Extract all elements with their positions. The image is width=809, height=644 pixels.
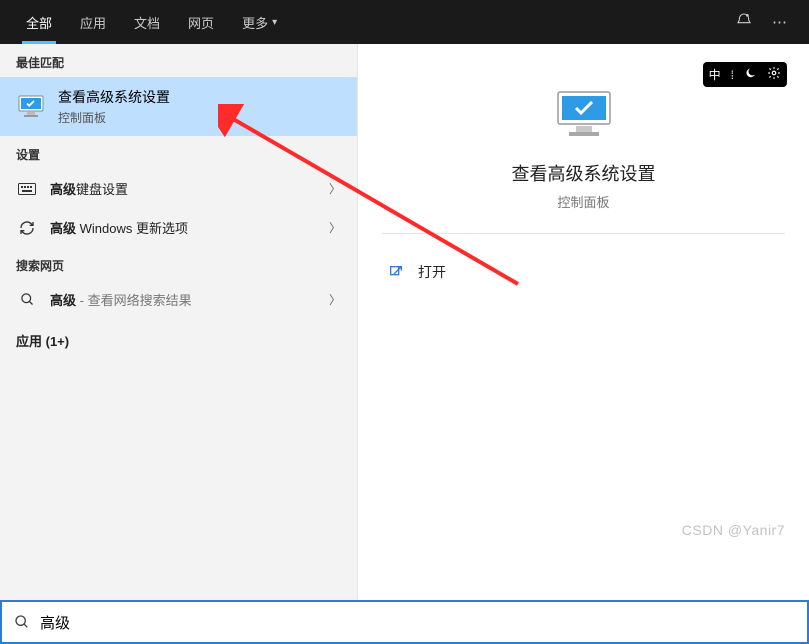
- refresh-icon: [16, 220, 38, 236]
- search-bar[interactable]: [0, 600, 809, 644]
- search-tabs: 全部 应用 文档 网页 更多 ▾ ⋯: [0, 0, 809, 44]
- tab-all[interactable]: 全部: [12, 0, 66, 44]
- action-open[interactable]: 打开: [382, 256, 785, 288]
- tab-web[interactable]: 网页: [174, 0, 228, 44]
- monitor-check-icon: [552, 88, 616, 144]
- result-advanced-update[interactable]: 高级 Windows 更新选项 〉: [0, 208, 357, 247]
- feedback-icon[interactable]: [726, 12, 762, 32]
- results-panel: 最佳匹配 查看高级系统设置 控制面板 设置 高级键盘设置 〉: [0, 44, 358, 600]
- monitor-check-icon: [16, 94, 46, 120]
- chevron-down-icon: ▾: [272, 17, 277, 28]
- ime-language-indicator[interactable]: 中: [709, 66, 721, 83]
- result-advanced-keyboard[interactable]: 高级键盘设置 〉: [0, 169, 357, 208]
- preview-title: 查看高级系统设置: [512, 160, 656, 186]
- result-label: 高级 - 查看网络搜索结果: [38, 290, 329, 309]
- moon-icon[interactable]: [744, 67, 757, 83]
- keyboard-icon: [16, 183, 38, 195]
- best-match-text: 查看高级系统设置 控制面板: [58, 87, 170, 126]
- search-icon: [16, 292, 38, 307]
- result-web-search[interactable]: 高级 - 查看网络搜索结果 〉: [0, 280, 357, 319]
- settings-header: 设置: [0, 136, 357, 169]
- ime-toolbar[interactable]: 中 ⁞: [703, 62, 787, 87]
- tab-docs[interactable]: 文档: [120, 0, 174, 44]
- preview-subtitle: 控制面板: [557, 192, 609, 211]
- search-input[interactable]: [32, 614, 797, 631]
- ellipsis-icon[interactable]: ⋯: [762, 13, 797, 31]
- gear-icon[interactable]: [767, 66, 781, 83]
- chevron-right-icon: 〉: [329, 219, 341, 236]
- tab-more[interactable]: 更多 ▾: [228, 0, 291, 44]
- divider: [382, 233, 785, 234]
- result-label: 高级键盘设置: [38, 179, 329, 198]
- watermark: CSDN @Yanir7: [682, 522, 785, 538]
- tab-apps[interactable]: 应用: [66, 0, 120, 44]
- result-label: 高级 Windows 更新选项: [38, 218, 329, 237]
- ime-symbol-icon[interactable]: ⁞: [731, 68, 734, 82]
- web-header: 搜索网页: [0, 247, 357, 280]
- best-match-subtitle: 控制面板: [58, 109, 170, 126]
- chevron-right-icon: 〉: [329, 291, 341, 308]
- best-match-item[interactable]: 查看高级系统设置 控制面板: [0, 77, 357, 136]
- tab-more-label: 更多: [242, 13, 268, 32]
- apps-header[interactable]: 应用 (1+): [0, 319, 357, 362]
- preview-panel: 中 ⁞ 查看高级系统设置 控制面板: [358, 44, 809, 600]
- chevron-right-icon: 〉: [329, 180, 341, 197]
- search-icon: [12, 614, 32, 630]
- best-match-title: 查看高级系统设置: [58, 87, 170, 107]
- action-open-label: 打开: [418, 262, 446, 282]
- open-icon: [386, 264, 406, 280]
- best-match-header: 最佳匹配: [0, 44, 357, 77]
